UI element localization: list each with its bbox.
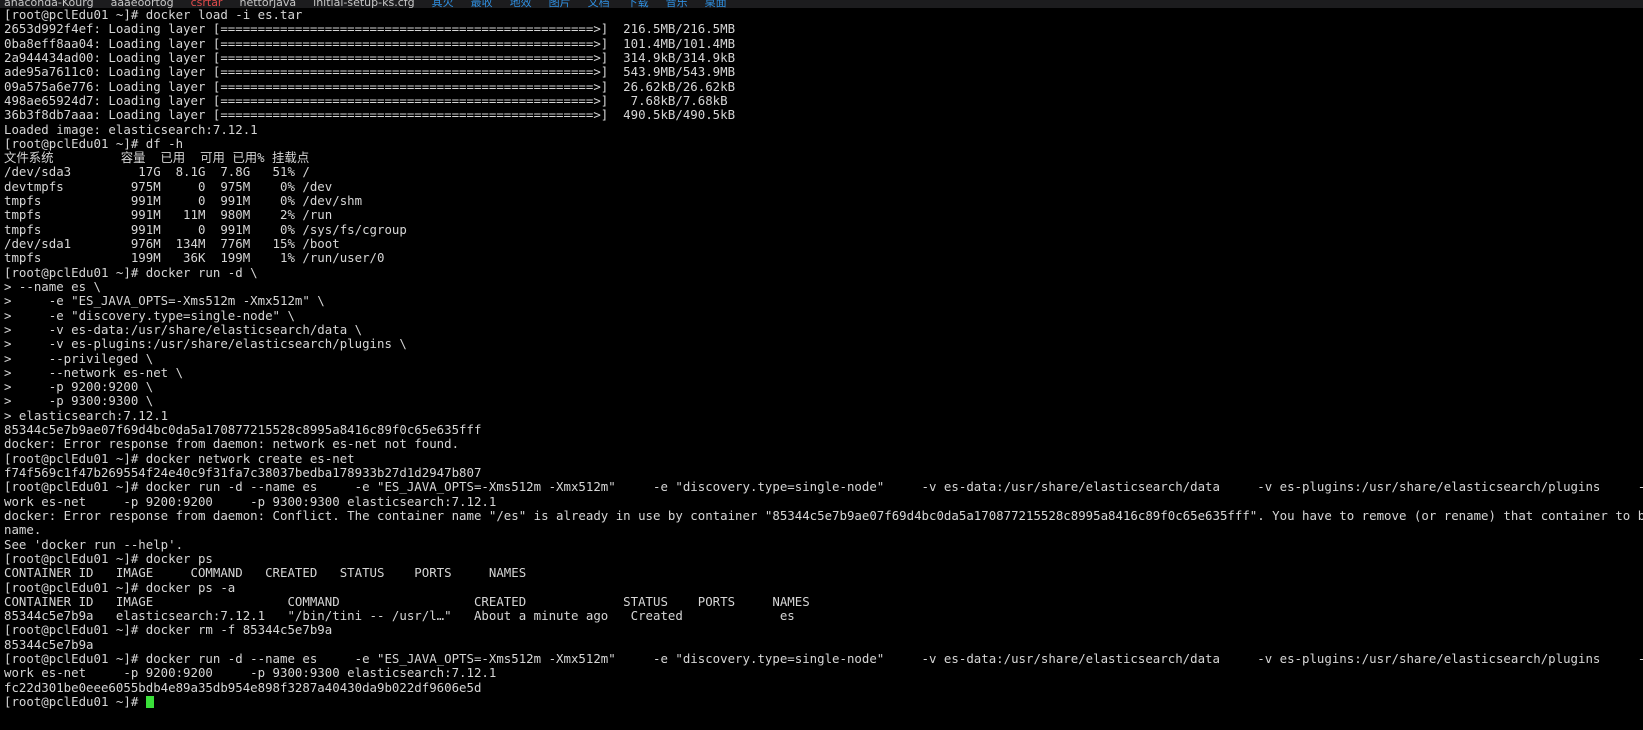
terminal-line: docker: Error response from daemon: Conf… <box>4 507 1643 523</box>
terminal-line: [root@pclEdu01 ~]# docker run -d --name … <box>4 651 1643 667</box>
terminal-line: > --name es \ <box>4 278 101 294</box>
terminal-line: > -v es-data:/usr/share/elasticsearch/da… <box>4 321 363 337</box>
bookmark-item[interactable]: csrtar <box>191 0 223 8</box>
terminal-line: [root@pclEdu01 ~]# docker ps <box>4 550 213 566</box>
terminal-line: 2653d992f4ef: Loading layer [===========… <box>4 21 736 37</box>
terminal-line: 09a575a6e776: Loading layer [===========… <box>4 78 736 94</box>
terminal-output-area[interactable]: [root@pclEdu01 ~]# docker load -i es.tar… <box>0 8 1643 730</box>
terminal-line: > elasticsearch:7.12.1 <box>4 407 169 423</box>
bookmark-item[interactable]: 桌面 <box>705 0 727 8</box>
browser-bookmark-bar[interactable]: anaconda-Kourg aaaeoortog csrtar nettorjava… <box>0 0 1643 8</box>
terminal-cursor <box>145 696 154 708</box>
bookmark-item[interactable]: 地效 <box>510 0 532 8</box>
terminal-line: CONTAINER ID IMAGE COMMAND CREATED STATU… <box>4 565 527 581</box>
terminal-line: > -p 9200:9200 \ <box>4 379 154 395</box>
terminal-line: [root@pclEdu01 ~]# docker load -i es.tar <box>4 8 303 22</box>
bookmark-item[interactable]: 文档 <box>588 0 610 8</box>
terminal-line: CONTAINER ID IMAGE COMMAND CREATED STATU… <box>4 593 810 609</box>
terminal-line: [root@pclEdu01 ~]# docker run -d \ <box>4 264 258 280</box>
bookmark-item[interactable]: aaaeoortog <box>111 0 174 8</box>
terminal-line: 0ba8eff8aa04: Loading layer [===========… <box>4 35 736 51</box>
bookmark-item[interactable]: 最收 <box>471 0 493 8</box>
terminal-line: /dev/sda3 17G 8.1G 7.8G 51% / <box>4 164 310 180</box>
terminal-line: work es-net -p 9200:9200 -p 9300:9300 el… <box>4 665 497 681</box>
terminal-line: devtmpfs 975M 0 975M 0% /dev <box>4 178 333 194</box>
bookmark-item[interactable]: 音乐 <box>666 0 688 8</box>
terminal-line: Loaded image: elasticsearch:7.12.1 <box>4 121 258 137</box>
terminal-line: tmpfs 991M 11M 980M 2% /run <box>4 207 333 223</box>
terminal-line: [root@pclEdu01 ~]# docker ps -a <box>4 579 236 595</box>
terminal-scrollback: [root@pclEdu01 ~]# docker load -i es.tar… <box>0 8 1643 695</box>
bookmark-item[interactable]: 其火 <box>432 0 454 8</box>
terminal-line: ade95a7611c0: Loading layer [===========… <box>4 64 736 80</box>
terminal-line: tmpfs 199M 36K 199M 1% /run/user/0 <box>4 250 385 266</box>
terminal-line: [root@pclEdu01 ~]# df -h <box>4 135 184 151</box>
terminal-prompt-line: [root@pclEdu01 ~]# <box>0 694 1643 709</box>
terminal-line: > --privileged \ <box>4 350 154 366</box>
terminal-line: 文件系统 容量 已用 可用 已用% 挂载点 <box>4 150 310 166</box>
terminal-line: work es-net -p 9200:9200 -p 9300:9300 el… <box>4 493 497 509</box>
bookmark-item[interactable]: anaconda-Kourg <box>4 0 94 8</box>
terminal-line: fc22d301be0eee6055bdb4e89a35db954e898f32… <box>4 679 482 695</box>
terminal-line: > --network es-net \ <box>4 364 184 380</box>
terminal-line: > -e "discovery.type=single-node" \ <box>4 307 295 323</box>
terminal-line: 498ae65924d7: Loading layer [===========… <box>4 92 728 108</box>
terminal-line: name. <box>4 522 42 538</box>
terminal-line: 36b3f8db7aaa: Loading layer [===========… <box>4 107 736 123</box>
terminal-line: 85344c5e7b9ae07f69d4bc0da5a170877215528c… <box>4 422 482 438</box>
terminal-line: /dev/sda1 976M 134M 776M 15% /boot <box>4 236 340 251</box>
terminal-line: docker: Error response from daemon: netw… <box>4 436 460 452</box>
terminal-line: [root@pclEdu01 ~]# docker network create… <box>4 450 355 466</box>
bookmark-item[interactable]: 图片 <box>549 0 571 8</box>
terminal-line: See 'docker run --help'. <box>4 536 184 552</box>
terminal-line: > -v es-plugins:/usr/share/elasticsearch… <box>4 336 407 352</box>
terminal-line: > -e "ES_JAVA_OPTS=-Xms512m -Xmx512m" \ <box>4 293 325 309</box>
terminal-line: 2a944434ad00: Loading layer [===========… <box>4 49 736 65</box>
bookmark-item[interactable]: 下载 <box>627 0 649 8</box>
bookmark-item[interactable]: initial-setup-ks.cfg <box>313 0 414 8</box>
prompt-text: [root@pclEdu01 ~]# <box>4 694 146 709</box>
terminal-line: f74f569c1f47b269554f24e40c9f31fa7c38037b… <box>4 465 482 480</box>
terminal-line: > -p 9300:9300 \ <box>4 393 154 409</box>
terminal-line: [root@pclEdu01 ~]# docker run -d --name … <box>4 479 1643 495</box>
terminal-line: tmpfs 991M 0 991M 0% /dev/shm <box>4 193 363 209</box>
terminal-line: tmpfs 991M 0 991M 0% /sys/fs/cgroup <box>4 221 407 237</box>
terminal-line: 85344c5e7b9a elasticsearch:7.12.1 "/bin/… <box>4 608 795 624</box>
bookmark-item[interactable]: nettorjava <box>239 0 296 8</box>
terminal-line: 85344c5e7b9a <box>4 636 94 652</box>
terminal-line: [root@pclEdu01 ~]# docker rm -f 85344c5e… <box>4 622 333 638</box>
